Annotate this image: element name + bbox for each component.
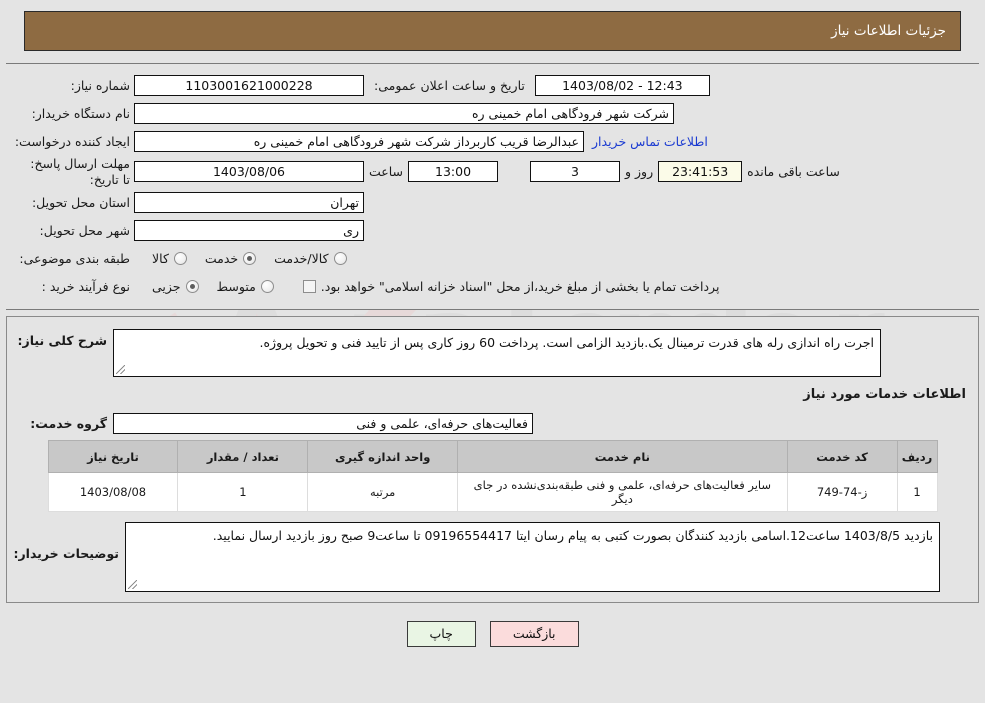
cell-radif: 1 [896, 472, 938, 513]
row-buyer-org: شرکت شهر فرودگاهی امام خمینی ره نام دستگ… [16, 100, 969, 126]
label-category: طبقه بندی موضوعی: [19, 250, 130, 266]
deadline-date-field: 1403/08/06 [134, 161, 364, 183]
city-field: ری [134, 219, 364, 241]
treasury-checkbox[interactable] [302, 279, 316, 293]
label-days: روز و [625, 164, 654, 180]
need-number-field: 1103001621000228 [134, 74, 364, 96]
cell-name: سایر فعالیت‌های حرفه‌ای، علمی و فنی طبقه… [457, 472, 788, 513]
row-city: ری شهر محل تحویل: [16, 217, 969, 243]
buyer-notes-textarea[interactable]: بازدید 1403/8/5 ساعت12.اسامی بازدید کنند… [125, 522, 940, 593]
label-deadline: مهلت ارسال پاسخ: تا تاریخ: [30, 156, 130, 187]
th-radif: ردیف [896, 440, 938, 474]
row-province: تهران استان محل تحویل: [16, 189, 969, 215]
process-option-1-label: متوسط [216, 278, 256, 294]
label-remaining: ساعت باقی مانده [747, 164, 840, 180]
request-creator-field: عبدالرضا قریب کاربرداز شرکت شهر فرودگاهی… [134, 130, 584, 152]
process-option-1[interactable]: متوسط [217, 279, 274, 294]
row-service-group: فعالیت‌های حرفه‌ای، علمی و فنی گروه خدمت… [17, 410, 968, 436]
label-hour: ساعت [369, 164, 404, 180]
label-announce-datetime-text: تاریخ و ساعت اعلان عمومی: [374, 77, 525, 93]
services-panel: اجرت راه اندازی رله های قدرت ترمینال یک.… [6, 316, 979, 604]
th-qty: تعداد / مقدار [177, 440, 309, 474]
radio-icon-motavaset[interactable] [260, 279, 274, 293]
table-row: 1 ز-74-749 سایر فعالیت‌های حرفه‌ای، علمی… [47, 472, 938, 513]
print-button[interactable]: چاپ [406, 621, 476, 648]
buyer-org-field: شرکت شهر فرودگاهی امام خمینی ره [134, 102, 674, 124]
label-service-group: گروه خدمت: [30, 415, 107, 431]
row-deadline: ساعت باقی مانده 23:41:53 روز و 3 13:00 س… [16, 156, 969, 187]
label-need-number: شماره نیاز: [70, 77, 130, 93]
back-button[interactable]: بازگشت [489, 621, 579, 648]
th-name: نام خدمت [457, 440, 788, 474]
description-textarea[interactable]: اجرت راه اندازی رله های قدرت ترمینال یک.… [113, 329, 881, 378]
label-city: شهر محل تحویل: [39, 222, 130, 238]
buyer-contact-link[interactable]: اطلاعات تماس خریدار [584, 134, 716, 149]
radio-icon-kala-khedmat[interactable] [333, 251, 347, 265]
category-option-2-label: کالا/خدمت [274, 250, 329, 266]
services-table: ردیف کد خدمت نام خدمت واحد اندازه گیری ت… [47, 440, 938, 513]
radio-icon-khedmat[interactable] [243, 251, 257, 265]
label-buyer-org: نام دستگاه خریدار: [31, 105, 130, 121]
label-process: نوع فرآیند خرید : [41, 278, 130, 294]
label-buyer-notes: توضیحات خریدار: [13, 546, 119, 562]
category-option-0-label: کالا [152, 250, 169, 266]
process-option-0-label: جزیی [152, 278, 181, 294]
cell-unit: مرتبه [307, 472, 459, 513]
page-header: جزئیات اطلاعات نیاز [24, 11, 961, 51]
cell-date: 1403/08/08 [47, 472, 179, 513]
table-header-row: ردیف کد خدمت نام خدمت واحد اندازه گیری ت… [47, 440, 938, 474]
process-radio-group[interactable]: متوسط جزیی [134, 279, 274, 294]
radio-icon-jozei[interactable] [185, 279, 199, 293]
province-field: تهران [134, 191, 364, 213]
countdown-timer-field: 23:41:53 [658, 161, 743, 183]
cell-qty: 1 [177, 472, 309, 513]
row-description: اجرت راه اندازی رله های قدرت ترمینال یک.… [17, 329, 968, 378]
service-group-field: فعالیت‌های حرفه‌ای، علمی و فنی [113, 412, 533, 434]
category-option-0[interactable]: کالا [152, 251, 187, 266]
cell-code: ز-74-749 [786, 472, 898, 513]
deadline-hour-field: 13:00 [408, 161, 499, 183]
row-buyer-notes: بازدید 1403/8/5 ساعت12.اسامی بازدید کنند… [13, 522, 968, 593]
services-section-heading: اطلاعات خدمات مورد نیاز [803, 387, 966, 403]
th-date: تاریخ نیاز [47, 440, 179, 474]
page-root: جزئیات اطلاعات نیاز 1403/08/02 - 12:43 ت… [0, 11, 985, 648]
label-request-creator: ایجاد کننده درخواست: [14, 133, 130, 149]
category-option-1[interactable]: خدمت [204, 250, 257, 266]
category-radio-group[interactable]: کالا/خدمت خدمت کالا [134, 251, 347, 266]
th-unit: واحد اندازه گیری [307, 440, 459, 474]
row-process: پرداخت تمام یا بخشی از مبلغ خرید،از محل … [16, 273, 969, 299]
page-title: جزئیات اطلاعات نیاز [831, 23, 946, 39]
row-need-number: 1403/08/02 - 12:43 تاریخ و ساعت اعلان عم… [16, 72, 969, 98]
treasury-note: پرداخت تمام یا بخشی از مبلغ خرید،از محل … [320, 278, 720, 294]
announce-datetime-field: 1403/08/02 - 12:43 [534, 74, 710, 96]
th-code: کد خدمت [786, 440, 898, 474]
category-option-1-label: خدمت [204, 250, 239, 266]
process-option-0[interactable]: جزیی [152, 279, 199, 294]
need-info-panel: 1403/08/02 - 12:43 تاریخ و ساعت اعلان عم… [6, 63, 979, 311]
row-request-creator: اطلاعات تماس خریدار عبدالرضا قریب کاربرد… [14, 128, 969, 154]
category-option-2[interactable]: کالا/خدمت [274, 250, 347, 266]
row-category: کالا/خدمت خدمت کالا طبقه بندی موضوعی: [16, 245, 969, 271]
action-button-bar: بازگشت چاپ [0, 621, 985, 648]
label-province: استان محل تحویل: [31, 194, 130, 210]
days-remaining-field: 3 [530, 161, 621, 183]
label-description: شرح کلی نیاز: [17, 333, 107, 349]
radio-icon-kala[interactable] [173, 251, 187, 265]
